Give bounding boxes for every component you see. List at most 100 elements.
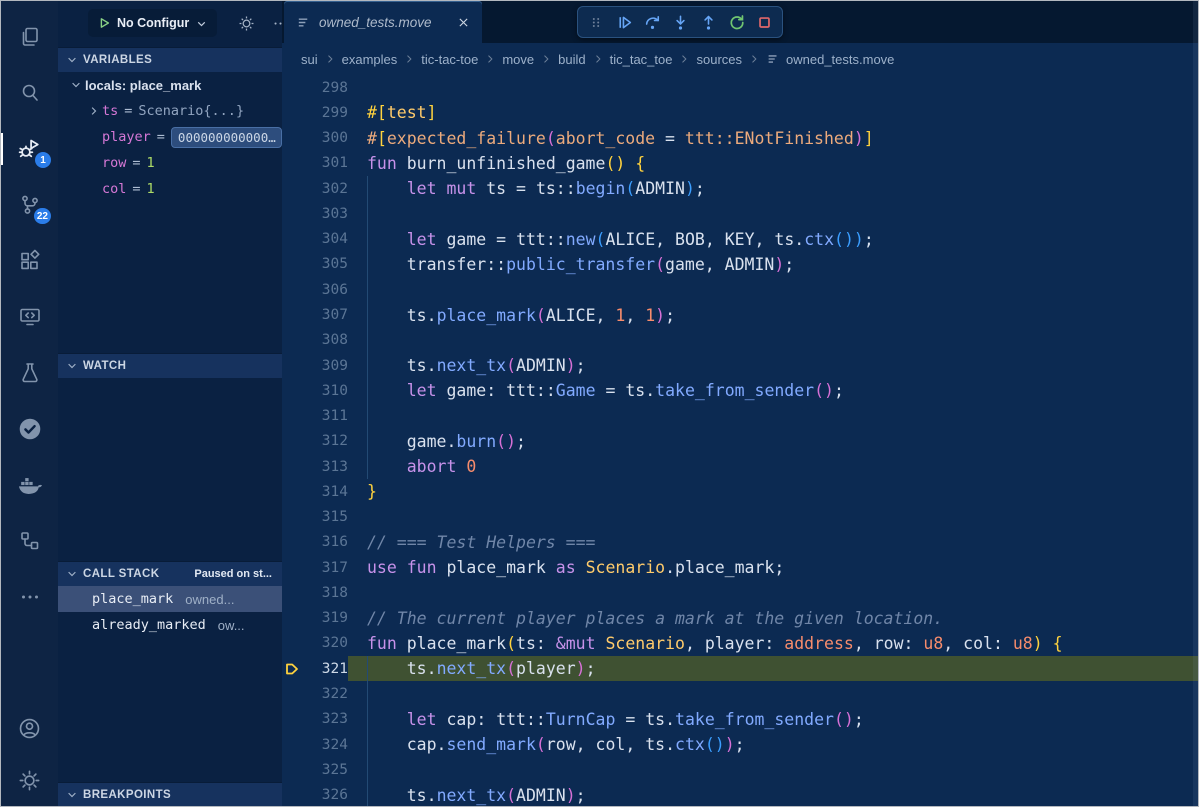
line-number[interactable]: 300	[302, 130, 348, 146]
line-number[interactable]: 314	[302, 484, 348, 500]
code-line-content[interactable]: abort 0	[348, 454, 1198, 479]
line-number[interactable]: 307	[302, 307, 348, 323]
step-out-icon[interactable]	[696, 10, 720, 34]
line-number[interactable]: 321	[302, 661, 348, 677]
activity-item-remote-explorer[interactable]	[1, 289, 58, 345]
line-number[interactable]: 326	[302, 787, 348, 803]
code-line-content[interactable]: use fun place_mark as Scenario.place_mar…	[348, 555, 1198, 580]
close-icon[interactable]	[457, 16, 470, 29]
code-line-content[interactable]: #[expected_failure(abort_code = ttt::ENo…	[348, 126, 1198, 151]
code-line-content[interactable]: ts.place_mark(ALICE, 1, 1);	[348, 302, 1198, 327]
code-line-content[interactable]: }	[348, 479, 1198, 504]
line-number[interactable]: 298	[302, 80, 348, 96]
gutter[interactable]: 305	[282, 252, 348, 277]
code-line-content[interactable]: transfer::public_transfer(game, ADMIN);	[348, 252, 1198, 277]
code-line-content[interactable]: // The current player places a mark at t…	[348, 606, 1198, 631]
gutter[interactable]: 313	[282, 454, 348, 479]
code-line-content[interactable]	[348, 580, 1198, 605]
line-number[interactable]: 315	[302, 509, 348, 525]
code-line-content[interactable]	[348, 757, 1198, 782]
gutter[interactable]: 308	[282, 328, 348, 353]
line-number[interactable]: 322	[302, 686, 348, 702]
code-line-content[interactable]	[348, 505, 1198, 530]
gutter[interactable]: 310	[282, 378, 348, 403]
activity-item-linked-squares[interactable]	[1, 513, 58, 569]
breadcrumb-item[interactable]: tic-tac-toe	[421, 52, 478, 67]
breadcrumb-item[interactable]: tic_tac_toe	[610, 52, 673, 67]
continue-icon[interactable]	[612, 10, 636, 34]
code-line-content[interactable]: game.burn();	[348, 429, 1198, 454]
variable-value[interactable]: 000000000000…	[171, 127, 282, 148]
breakpoints-section-header[interactable]: BREAKPOINTS	[58, 782, 282, 807]
code-line-content[interactable]	[348, 277, 1198, 302]
gutter[interactable]: 311	[282, 403, 348, 428]
line-number[interactable]: 313	[302, 459, 348, 475]
code-line-content[interactable]: ts.next_tx(ADMIN);	[348, 353, 1198, 378]
gutter[interactable]: 304	[282, 227, 348, 252]
line-number[interactable]: 311	[302, 408, 348, 424]
gutter[interactable]: 317	[282, 555, 348, 580]
breadcrumb-item[interactable]: owned_tests.move	[786, 52, 894, 67]
activity-item-testing[interactable]	[1, 345, 58, 401]
code-line-content[interactable]: let game: ttt::Game = ts.take_from_sende…	[348, 378, 1198, 403]
variable-row-row[interactable]: row=1	[58, 150, 282, 176]
stop-icon[interactable]	[752, 10, 776, 34]
activity-item-settings[interactable]	[1, 754, 58, 806]
line-number[interactable]: 317	[302, 560, 348, 576]
activity-item-check-circle[interactable]	[1, 401, 58, 457]
variable-row-player[interactable]: player=000000000000…	[58, 124, 282, 150]
gutter[interactable]: 316	[282, 530, 348, 555]
gutter[interactable]: 323	[282, 707, 348, 732]
debug-config-dropdown[interactable]: No Configur	[88, 9, 217, 37]
breadcrumb-item[interactable]: examples	[342, 52, 398, 67]
activity-item-explorer[interactable]	[1, 9, 58, 65]
gutter[interactable]: 321	[282, 656, 348, 681]
gutter[interactable]: 307	[282, 302, 348, 327]
code-line-content[interactable]: fun place_mark(ts: &mut Scenario, player…	[348, 631, 1198, 656]
gutter[interactable]: 299	[282, 100, 348, 125]
code-line-content[interactable]: // === Test Helpers ===	[348, 530, 1198, 555]
activity-item-additional-views[interactable]	[1, 569, 58, 625]
gutter[interactable]: 298	[282, 75, 348, 100]
line-number[interactable]: 304	[302, 231, 348, 247]
gutter[interactable]: 319	[282, 606, 348, 631]
breadcrumb-item[interactable]: sui	[301, 52, 318, 67]
activity-item-run-and-debug[interactable]: 1	[1, 121, 58, 177]
gutter[interactable]: 318	[282, 580, 348, 605]
line-number[interactable]: 305	[302, 256, 348, 272]
tab-owned-tests-move[interactable]: owned_tests.move	[284, 1, 482, 43]
variables-section-header[interactable]: VARIABLES	[58, 47, 282, 72]
restart-icon[interactable]	[724, 10, 748, 34]
watch-section-header[interactable]: WATCH	[58, 353, 282, 378]
breadcrumb-item[interactable]: sources	[696, 52, 742, 67]
code-line-content[interactable]: fun burn_unfinished_game() {	[348, 151, 1198, 176]
gutter[interactable]: 326	[282, 782, 348, 807]
gutter[interactable]: 303	[282, 201, 348, 226]
code-line-content[interactable]: let cap: ttt::TurnCap = ts.take_from_sen…	[348, 707, 1198, 732]
step-into-icon[interactable]	[668, 10, 692, 34]
line-number[interactable]: 319	[302, 610, 348, 626]
line-number[interactable]: 303	[302, 206, 348, 222]
code-line-content[interactable]	[348, 201, 1198, 226]
call-stack-frame-already_marked[interactable]: already_markedow...	[58, 612, 282, 638]
gutter[interactable]: 314	[282, 479, 348, 504]
gutter[interactable]: 309	[282, 353, 348, 378]
line-number[interactable]: 320	[302, 635, 348, 651]
gutter[interactable]: 301	[282, 151, 348, 176]
line-number[interactable]: 325	[302, 762, 348, 778]
code-line-content[interactable]: let mut ts = ts::begin(ADMIN);	[348, 176, 1198, 201]
line-number[interactable]: 299	[302, 105, 348, 121]
line-number[interactable]: 316	[302, 534, 348, 550]
line-number[interactable]: 301	[302, 155, 348, 171]
overview-ruler[interactable]	[1193, 1, 1198, 806]
line-number[interactable]: 310	[302, 383, 348, 399]
gutter[interactable]: 312	[282, 429, 348, 454]
code-line-content[interactable]: ts.next_tx(ADMIN);	[348, 782, 1198, 807]
gutter[interactable]: 306	[282, 277, 348, 302]
step-over-icon[interactable]	[640, 10, 664, 34]
line-number[interactable]: 309	[302, 358, 348, 374]
breadcrumb-item[interactable]: build	[558, 52, 585, 67]
variable-row-col[interactable]: col=1	[58, 176, 282, 202]
code-editor[interactable]: 298299#[test]300#[expected_failure(abort…	[282, 75, 1198, 806]
activity-item-extensions[interactable]	[1, 233, 58, 289]
